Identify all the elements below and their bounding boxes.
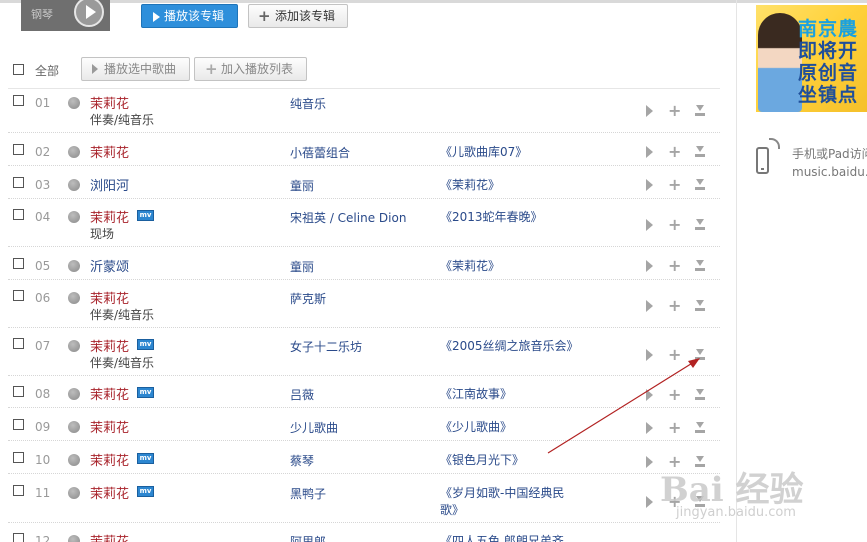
ad-banner[interactable]: 南京農 即将开 原创音 坐镇点 xyxy=(756,5,867,112)
ad-line: 即将开 xyxy=(798,40,859,62)
ad-line: 坐镇点 xyxy=(798,84,859,106)
mobile-phone-icon xyxy=(756,147,769,174)
mobile-promo-text[interactable]: 手机或Pad访问 xyxy=(792,145,867,162)
watermark-url: jingyan.baidu.com xyxy=(676,505,796,520)
arrow-head xyxy=(688,358,700,368)
arrow-line xyxy=(547,361,695,454)
ad-line: 南京農 xyxy=(798,18,859,40)
mobile-promo-url[interactable]: music.baidu.c xyxy=(792,165,867,179)
annotation-arrow xyxy=(547,358,700,454)
ad-person-image xyxy=(758,13,802,112)
watermark-logo: Bai 经验 xyxy=(660,470,804,510)
ad-line: 原创音 xyxy=(798,62,859,84)
